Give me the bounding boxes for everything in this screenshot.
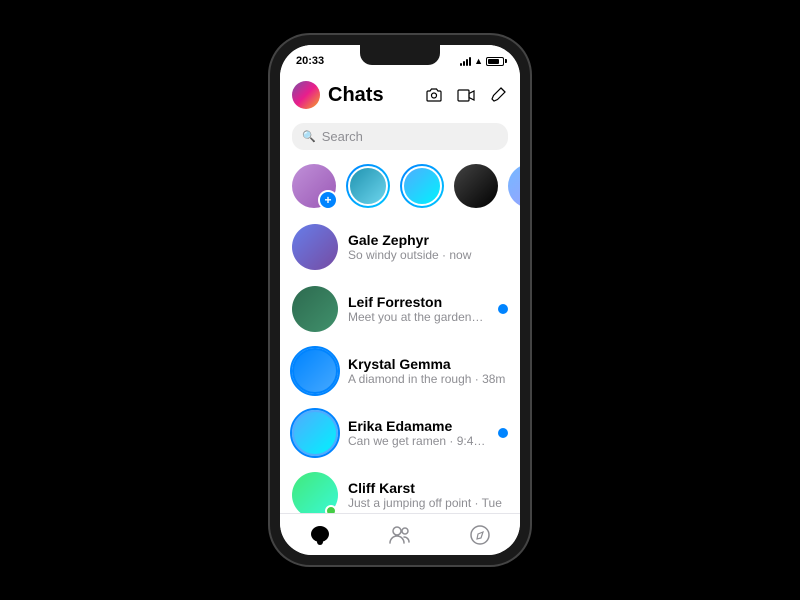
story-item[interactable] <box>508 164 520 208</box>
user-avatar[interactable] <box>292 81 320 109</box>
discover-tab-icon <box>470 525 490 545</box>
story-item[interactable] <box>346 164 390 208</box>
search-icon: 🔍 <box>302 130 316 143</box>
chats-tab-icon <box>309 524 331 546</box>
chat-item[interactable]: Krystal Gemma A diamond in the rough · 3… <box>280 340 520 402</box>
chat-name: Krystal Gemma <box>348 356 508 372</box>
notch <box>360 45 440 65</box>
chat-avatar <box>292 348 338 394</box>
chat-preview: Just a jumping off point · Tue <box>348 496 508 510</box>
chat-info: Leif Forreston Meet you at the garden? ·… <box>348 294 488 324</box>
video-icon[interactable] <box>456 85 476 105</box>
tab-discover[interactable] <box>440 514 520 555</box>
chat-preview: Meet you at the garden? · 16m <box>348 310 488 324</box>
compose-icon[interactable] <box>488 85 508 105</box>
stories-row: › <box>280 156 520 216</box>
chat-avatar <box>292 224 338 270</box>
chat-info: Erika Edamame Can we get ramen · 9:41am <box>348 418 488 448</box>
chat-item[interactable]: Erika Edamame Can we get ramen · 9:41am <box>280 402 520 464</box>
page-title: Chats <box>328 84 424 107</box>
chat-name: Leif Forreston <box>348 294 488 310</box>
header-actions <box>424 85 508 105</box>
search-placeholder: Search <box>322 129 363 144</box>
search-bar: 🔍 Search <box>280 117 520 156</box>
chat-preview: A diamond in the rough · 38m <box>348 372 508 386</box>
blue-ring-indicator <box>290 346 340 396</box>
chat-info: Gale Zephyr So windy outside · now <box>348 232 508 262</box>
chat-name: Gale Zephyr <box>348 232 508 248</box>
unread-badge <box>498 304 508 314</box>
chat-avatar <box>292 472 338 513</box>
phone-frame: 20:33 ▲ Chats <box>270 35 530 565</box>
unread-badge <box>498 428 508 438</box>
wifi-icon: ▲ <box>474 56 483 66</box>
signal-icon <box>460 57 471 66</box>
chat-preview: So windy outside · now <box>348 248 508 262</box>
tab-bar <box>280 513 520 555</box>
chat-item[interactable]: Cliff Karst Just a jumping off point · T… <box>280 464 520 513</box>
camera-icon[interactable] <box>424 85 444 105</box>
tab-people[interactable] <box>360 514 440 555</box>
chat-info: Cliff Karst Just a jumping off point · T… <box>348 480 508 510</box>
chat-item[interactable]: Gale Zephyr So windy outside · now <box>280 216 520 278</box>
status-time: 20:33 <box>296 55 324 67</box>
chat-info: Krystal Gemma A diamond in the rough · 3… <box>348 356 508 386</box>
chat-avatar <box>292 410 338 456</box>
chat-avatar <box>292 286 338 332</box>
story-add[interactable] <box>292 164 336 208</box>
blue-ring-indicator <box>290 408 340 458</box>
chat-preview: Can we get ramen · 9:41am <box>348 434 488 448</box>
battery-icon <box>486 57 504 66</box>
status-icons: ▲ <box>460 56 504 66</box>
chat-name: Erika Edamame <box>348 418 488 434</box>
header: Chats <box>280 73 520 117</box>
online-indicator <box>325 505 337 513</box>
people-tab-icon <box>389 526 411 544</box>
search-input-wrap[interactable]: 🔍 Search <box>292 123 508 150</box>
chat-list: Gale Zephyr So windy outside · now Leif … <box>280 216 520 513</box>
story-item[interactable] <box>454 164 498 208</box>
phone-screen: 20:33 ▲ Chats <box>280 45 520 555</box>
chat-name: Cliff Karst <box>348 480 508 496</box>
tab-chats[interactable] <box>280 514 360 555</box>
story-item[interactable] <box>400 164 444 208</box>
chat-item[interactable]: Leif Forreston Meet you at the garden? ·… <box>280 278 520 340</box>
